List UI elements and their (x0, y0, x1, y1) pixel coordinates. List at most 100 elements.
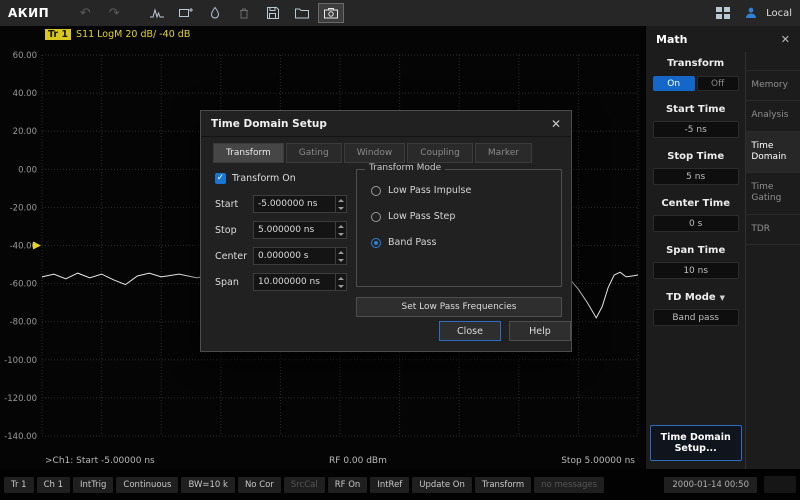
channel-stop-label: Stop 5.00000 ns (561, 456, 635, 466)
marker-search-icon[interactable] (144, 3, 170, 23)
spin-up-icon[interactable] (338, 277, 344, 280)
stop-field-input[interactable]: 5.000000 ns (253, 221, 347, 239)
delete-trace-icon[interactable] (231, 3, 257, 23)
start-field-spinner[interactable] (335, 196, 346, 212)
status-bandwidth[interactable]: BW=10 k (181, 477, 235, 493)
span-field-label: Span (215, 277, 253, 288)
transform-off-button[interactable]: Off (697, 76, 739, 91)
sidebar-header: Math ✕ (646, 26, 800, 52)
radio-low-pass-step[interactable]: Low Pass Step (371, 211, 561, 222)
center-field-spinner[interactable] (335, 248, 346, 264)
span-time-value[interactable]: 10 ns (653, 262, 739, 279)
transform-toggle: On Off (653, 76, 739, 91)
sidebar-tab-time-gating[interactable]: Time Gating (746, 173, 800, 215)
status-sweep-mode[interactable]: Continuous (116, 477, 178, 493)
spin-down-icon[interactable] (338, 233, 344, 236)
start-time-value[interactable]: -5 ns (653, 121, 739, 138)
sidebar-close-icon[interactable]: ✕ (781, 33, 790, 46)
sidebar-tab-time-domain[interactable]: Time Domain (746, 132, 800, 174)
radio-low-pass-impulse-label: Low Pass Impulse (388, 185, 471, 196)
remote-network-icon[interactable] (743, 6, 759, 20)
trace-header: Tr 1 S11 LogM 20 dB/ -40 dB (45, 29, 190, 40)
sidebar-tab-tdr[interactable]: TDR (746, 215, 800, 245)
start-field-value: -5.000000 ns (254, 196, 335, 212)
spin-down-icon[interactable] (338, 259, 344, 262)
td-mode-label-text: TD Mode (666, 292, 715, 303)
dialog-tab-window[interactable]: Window (344, 143, 406, 163)
radio-selected-icon[interactable] (371, 238, 381, 248)
svg-text:-20.00: -20.00 (10, 203, 37, 213)
dialog-tab-marker[interactable]: Marker (475, 143, 532, 163)
transform-label: Transform (667, 58, 724, 69)
start-field-input[interactable]: -5.000000 ns (253, 195, 347, 213)
span-field-input[interactable]: 10.000000 ns (253, 273, 347, 291)
center-field-label: Center (215, 251, 253, 262)
time-domain-setup-button[interactable]: Time Domain Setup... (650, 425, 742, 461)
status-trace[interactable]: Tr 1 (4, 477, 34, 493)
span-field-spinner[interactable] (335, 274, 346, 290)
status-correction[interactable]: No Cor (238, 477, 281, 493)
undo-icon[interactable]: ↶ (72, 3, 98, 23)
status-update[interactable]: Update On (412, 477, 472, 493)
local-mode-label: Local (766, 8, 792, 19)
screenshot-camera-icon[interactable] (318, 3, 344, 23)
sidebar-tab-memory[interactable]: Memory (746, 70, 800, 101)
svg-text:-100.00: -100.00 (4, 356, 37, 366)
redo-icon[interactable]: ↷ (101, 3, 127, 23)
td-mode-label[interactable]: TD Mode ▼ (666, 292, 725, 303)
spin-down-icon[interactable] (338, 285, 344, 288)
dialog-header[interactable]: Time Domain Setup ✕ (201, 111, 571, 137)
set-low-pass-frequencies-button[interactable]: Set Low Pass Frequencies (356, 297, 562, 317)
radio-low-pass-impulse[interactable]: Low Pass Impulse (371, 185, 561, 196)
span-field-value: 10.000000 ns (254, 274, 335, 290)
trace-1-chip[interactable]: Tr 1 (45, 29, 71, 40)
channel-status-row: >Ch1: Start -5.00000 ns RF 0.00 dBm Stop… (0, 456, 645, 466)
open-folder-icon[interactable] (289, 3, 315, 23)
dialog-tab-gating[interactable]: Gating (286, 143, 342, 163)
start-time-label: Start Time (666, 104, 725, 115)
calibration-droplet-icon[interactable] (202, 3, 228, 23)
radio-band-pass[interactable]: Band Pass (371, 237, 561, 248)
save-icon[interactable] (260, 3, 286, 23)
spin-up-icon[interactable] (338, 251, 344, 254)
stop-time-value[interactable]: 5 ns (653, 168, 739, 185)
sidebar-title: Math (656, 33, 687, 46)
spin-up-icon[interactable] (338, 225, 344, 228)
status-reference[interactable]: IntRef (370, 477, 409, 493)
radio-icon[interactable] (371, 186, 381, 196)
span-field-row: Span 10.000000 ns (215, 273, 347, 291)
dialog-close-button[interactable]: Close (439, 321, 501, 341)
td-mode-value[interactable]: Band pass (653, 309, 739, 326)
status-transform[interactable]: Transform (475, 477, 531, 493)
dialog-tabs: Transform Gating Window Coupling Marker (213, 143, 532, 163)
radio-icon[interactable] (371, 212, 381, 222)
dialog-help-button[interactable]: Help (509, 321, 571, 341)
svg-text:20.00: 20.00 (13, 127, 37, 137)
status-srccal[interactable]: SrcCal (284, 477, 325, 493)
dialog-close-icon[interactable]: ✕ (551, 117, 561, 131)
svg-text:0.00: 0.00 (18, 165, 37, 175)
center-time-value[interactable]: 0 s (653, 215, 739, 232)
checkbox-checked-icon[interactable]: ✓ (215, 173, 226, 184)
spin-down-icon[interactable] (338, 207, 344, 210)
window-layout-icon[interactable] (710, 3, 736, 23)
status-datetime: 2000-01-14 00:50 (664, 477, 757, 493)
radio-low-pass-step-label: Low Pass Step (388, 211, 455, 222)
stop-field-value: 5.000000 ns (254, 222, 335, 238)
dialog-tab-transform[interactable]: Transform (213, 143, 284, 163)
transform-on-checkbox-row[interactable]: ✓ Transform On (215, 173, 296, 184)
spin-up-icon[interactable] (338, 199, 344, 202)
status-end-spacer (764, 476, 796, 493)
math-sidebar: Math ✕ Transform On Off Start Time -5 ns… (645, 26, 800, 469)
stop-field-spinner[interactable] (335, 222, 346, 238)
sidebar-tabs: Memory Analysis Time Domain Time Gating … (745, 52, 800, 469)
dialog-tab-coupling[interactable]: Coupling (407, 143, 473, 163)
status-rf[interactable]: RF On (328, 477, 368, 493)
status-trigger[interactable]: IntTrig (73, 477, 113, 493)
stop-time-label: Stop Time (667, 151, 724, 162)
sidebar-tab-analysis[interactable]: Analysis (746, 101, 800, 131)
status-channel[interactable]: Ch 1 (37, 477, 70, 493)
new-window-icon[interactable] (173, 3, 199, 23)
transform-on-button[interactable]: On (653, 76, 695, 91)
center-field-input[interactable]: 0.000000 s (253, 247, 347, 265)
